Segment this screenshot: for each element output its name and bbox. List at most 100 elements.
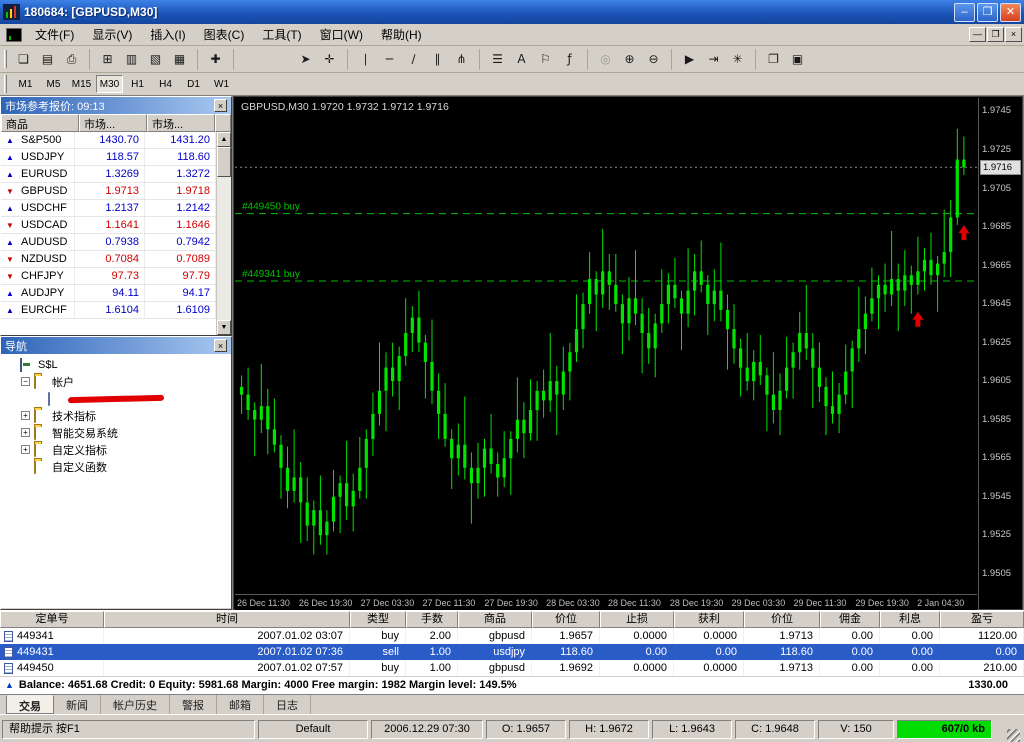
price-scale[interactable]: 1.97451.97251.97051.96851.96651.96451.96…	[978, 98, 1022, 609]
market-watch-row-usdjpy[interactable]: ▲USDJPY118.57118.60	[1, 149, 216, 166]
menu-file[interactable]: 文件(F)	[26, 24, 83, 45]
child-close-button[interactable]: ×	[1005, 27, 1022, 42]
timeframe-w1[interactable]: W1	[208, 75, 235, 93]
market-watch-row-usdcad[interactable]: ▼USDCAD1.16411.1646	[1, 217, 216, 234]
timeframe-d1[interactable]: D1	[180, 75, 207, 93]
timeframe-m30[interactable]: M30	[96, 75, 123, 93]
tree-expand-icon[interactable]: +	[21, 428, 30, 437]
terminal-tab-account-history[interactable]: 帐户历史	[101, 695, 170, 714]
auto-scroll-toggle[interactable]: ▶	[678, 49, 701, 70]
close-market-watch-button[interactable]: ×	[214, 99, 227, 112]
cycles-tool[interactable]: ◎	[594, 49, 617, 70]
tree-item-sl[interactable]: S$L	[1, 356, 231, 373]
menu-window[interactable]: 窗口(W)	[311, 24, 372, 45]
vertical-line-tool[interactable]: ∣	[354, 49, 377, 70]
terminal-tab-trade[interactable]: 交易	[6, 695, 54, 714]
order-row-449341[interactable]: 4493412007.01.02 03:07buy2.00gbpusd1.965…	[0, 628, 1024, 644]
terminal-tab-journal[interactable]: 日志	[264, 695, 311, 714]
scroll-up-icon[interactable]: ▲	[217, 132, 231, 147]
data-window-toggle[interactable]: ▥	[120, 49, 143, 70]
order-row-449450[interactable]: 4494502007.01.02 07:57buy1.00gbpusd1.969…	[0, 660, 1024, 676]
market-watch-row-nzdusd[interactable]: ▼NZDUSD0.70840.7089	[1, 251, 216, 268]
toolbar-drag-handle[interactable]	[4, 50, 7, 68]
crosshair-tool[interactable]: ✛	[318, 49, 341, 70]
child-restore-button[interactable]: ❐	[987, 27, 1004, 42]
terminal-toggle[interactable]: ▦	[168, 49, 191, 70]
tree-item-custom-functions[interactable]: 自定义函数	[1, 458, 231, 475]
zoom-in-button[interactable]: ⊕	[618, 49, 641, 70]
maximize-button[interactable]: ❐	[977, 3, 998, 22]
chart-window-icon[interactable]	[6, 28, 22, 42]
new-chart-button[interactable]: ❏	[12, 49, 35, 70]
order-swap: 0.00	[880, 644, 940, 660]
tree-collapse-icon[interactable]: −	[21, 377, 30, 386]
templates-button[interactable]: ✳	[726, 49, 749, 70]
timeframe-h4[interactable]: H4	[152, 75, 179, 93]
market-watch-row-audjpy[interactable]: ▲AUDJPY94.1194.17	[1, 285, 216, 302]
fibonacci-tool[interactable]: ☰	[486, 49, 509, 70]
timeframe-m15[interactable]: M15	[68, 75, 95, 93]
market-watch-row-eurusd[interactable]: ▲EURUSD1.32691.3272	[1, 166, 216, 183]
market-watch-row-chfjpy[interactable]: ▼CHFJPY97.7397.79	[1, 268, 216, 285]
trendline-tool[interactable]: ∕	[402, 49, 425, 70]
market-watch-row-eurchf[interactable]: ▲EURCHF1.61041.6109	[1, 302, 216, 319]
profiles-button[interactable]: ▤	[36, 49, 59, 70]
chart-shift-toggle[interactable]: ⇥	[702, 49, 725, 70]
close-navigator-button[interactable]: ×	[214, 339, 227, 352]
tree-item-expert-advisors[interactable]: +智能交易系统	[1, 424, 231, 441]
market-watch-row-usdchf[interactable]: ▲USDCHF1.21371.2142	[1, 200, 216, 217]
pitchfork-tool[interactable]: ⋔	[450, 49, 473, 70]
menu-tools[interactable]: 工具(T)	[253, 24, 310, 45]
menu-help[interactable]: 帮助(H)	[372, 24, 431, 45]
timeframe-m1[interactable]: M1	[12, 75, 39, 93]
close-button[interactable]: ✕	[1000, 3, 1021, 22]
menu-charts[interactable]: 图表(C)	[195, 24, 254, 45]
navigator-toggle[interactable]: ▧	[144, 49, 167, 70]
tree-expand-icon[interactable]: +	[21, 411, 30, 420]
terminal-tab-mailbox[interactable]: 邮箱	[217, 695, 264, 714]
order-row-449431[interactable]: 4494312007.01.02 07:36sell1.00usdjpy118.…	[0, 644, 1024, 660]
scrollbar-thumb[interactable]	[217, 147, 231, 177]
scroll-down-icon[interactable]: ▼	[217, 320, 231, 335]
new-order-button[interactable]: ✚	[204, 49, 227, 70]
symbol-name: NZDUSD	[19, 251, 75, 267]
horizontal-line-tool[interactable]: ─	[378, 49, 401, 70]
minimize-button[interactable]: –	[954, 3, 975, 22]
cursor-tool[interactable]: ➤	[294, 49, 317, 70]
chart-canvas[interactable]: #449450 buy#449341 buy	[235, 98, 977, 593]
tree-item-account-redacted[interactable]	[1, 390, 231, 407]
menu-view[interactable]: 显示(V)	[83, 24, 141, 45]
child-minimize-button[interactable]: —	[969, 27, 986, 42]
tree-item-technical-indicators[interactable]: +技术指标	[1, 407, 231, 424]
tree-label: 帐户	[52, 374, 74, 390]
tree-expand-icon[interactable]: +	[21, 445, 30, 454]
terminal-tab-news[interactable]: 新闻	[54, 695, 101, 714]
zoom-out-button[interactable]: ⊖	[642, 49, 665, 70]
indicators-button[interactable]: ƒ	[558, 49, 581, 70]
market-watch-row-audusd[interactable]: ▲AUDUSD0.79380.7942	[1, 234, 216, 251]
market-watch-toggle[interactable]: ⊞	[96, 49, 119, 70]
print-button[interactable]: ⎙	[60, 49, 83, 70]
tile-windows-button[interactable]: ❐	[762, 49, 785, 70]
market-watch-scrollbar[interactable]: ▲ ▼	[216, 132, 231, 335]
arrows-tool[interactable]: ⚐	[534, 49, 557, 70]
tree-item-custom-indicators[interactable]: +自定义指标	[1, 441, 231, 458]
timeframe-m5[interactable]: M5	[40, 75, 67, 93]
order-open-price: 118.60	[532, 644, 600, 660]
cascade-windows-button[interactable]: ▣	[786, 49, 809, 70]
time-axis[interactable]: 26 Dec 11:3026 Dec 19:3027 Dec 03:3027 D…	[235, 594, 977, 610]
channel-tool[interactable]: ∥	[426, 49, 449, 70]
scrollbar-track[interactable]	[217, 147, 231, 320]
status-cells: 帮助提示 按F1Default2006.12.29 07:30O: 1.9657…	[2, 720, 992, 739]
text-tool[interactable]: A	[510, 49, 533, 70]
timeframe-drag-handle[interactable]	[4, 75, 7, 93]
resize-grip[interactable]	[1007, 729, 1020, 742]
timeframe-h1[interactable]: H1	[124, 75, 151, 93]
tree-item-accounts[interactable]: − 帐户	[1, 373, 231, 390]
menu-insert[interactable]: 插入(I)	[141, 24, 194, 45]
market-watch-row-gbpusd[interactable]: ▼GBPUSD1.97131.9718	[1, 183, 216, 200]
terminal-tab-alerts[interactable]: 警报	[170, 695, 217, 714]
market-watch-column-headers: 商品市场...市场...	[1, 114, 231, 132]
market-watch-row-sp500[interactable]: ▲S&P5001430.701431.20	[1, 132, 216, 149]
chart-plot-area[interactable]: #449450 buy#449341 buy GBPUSD,M30 1.9720…	[235, 98, 977, 593]
